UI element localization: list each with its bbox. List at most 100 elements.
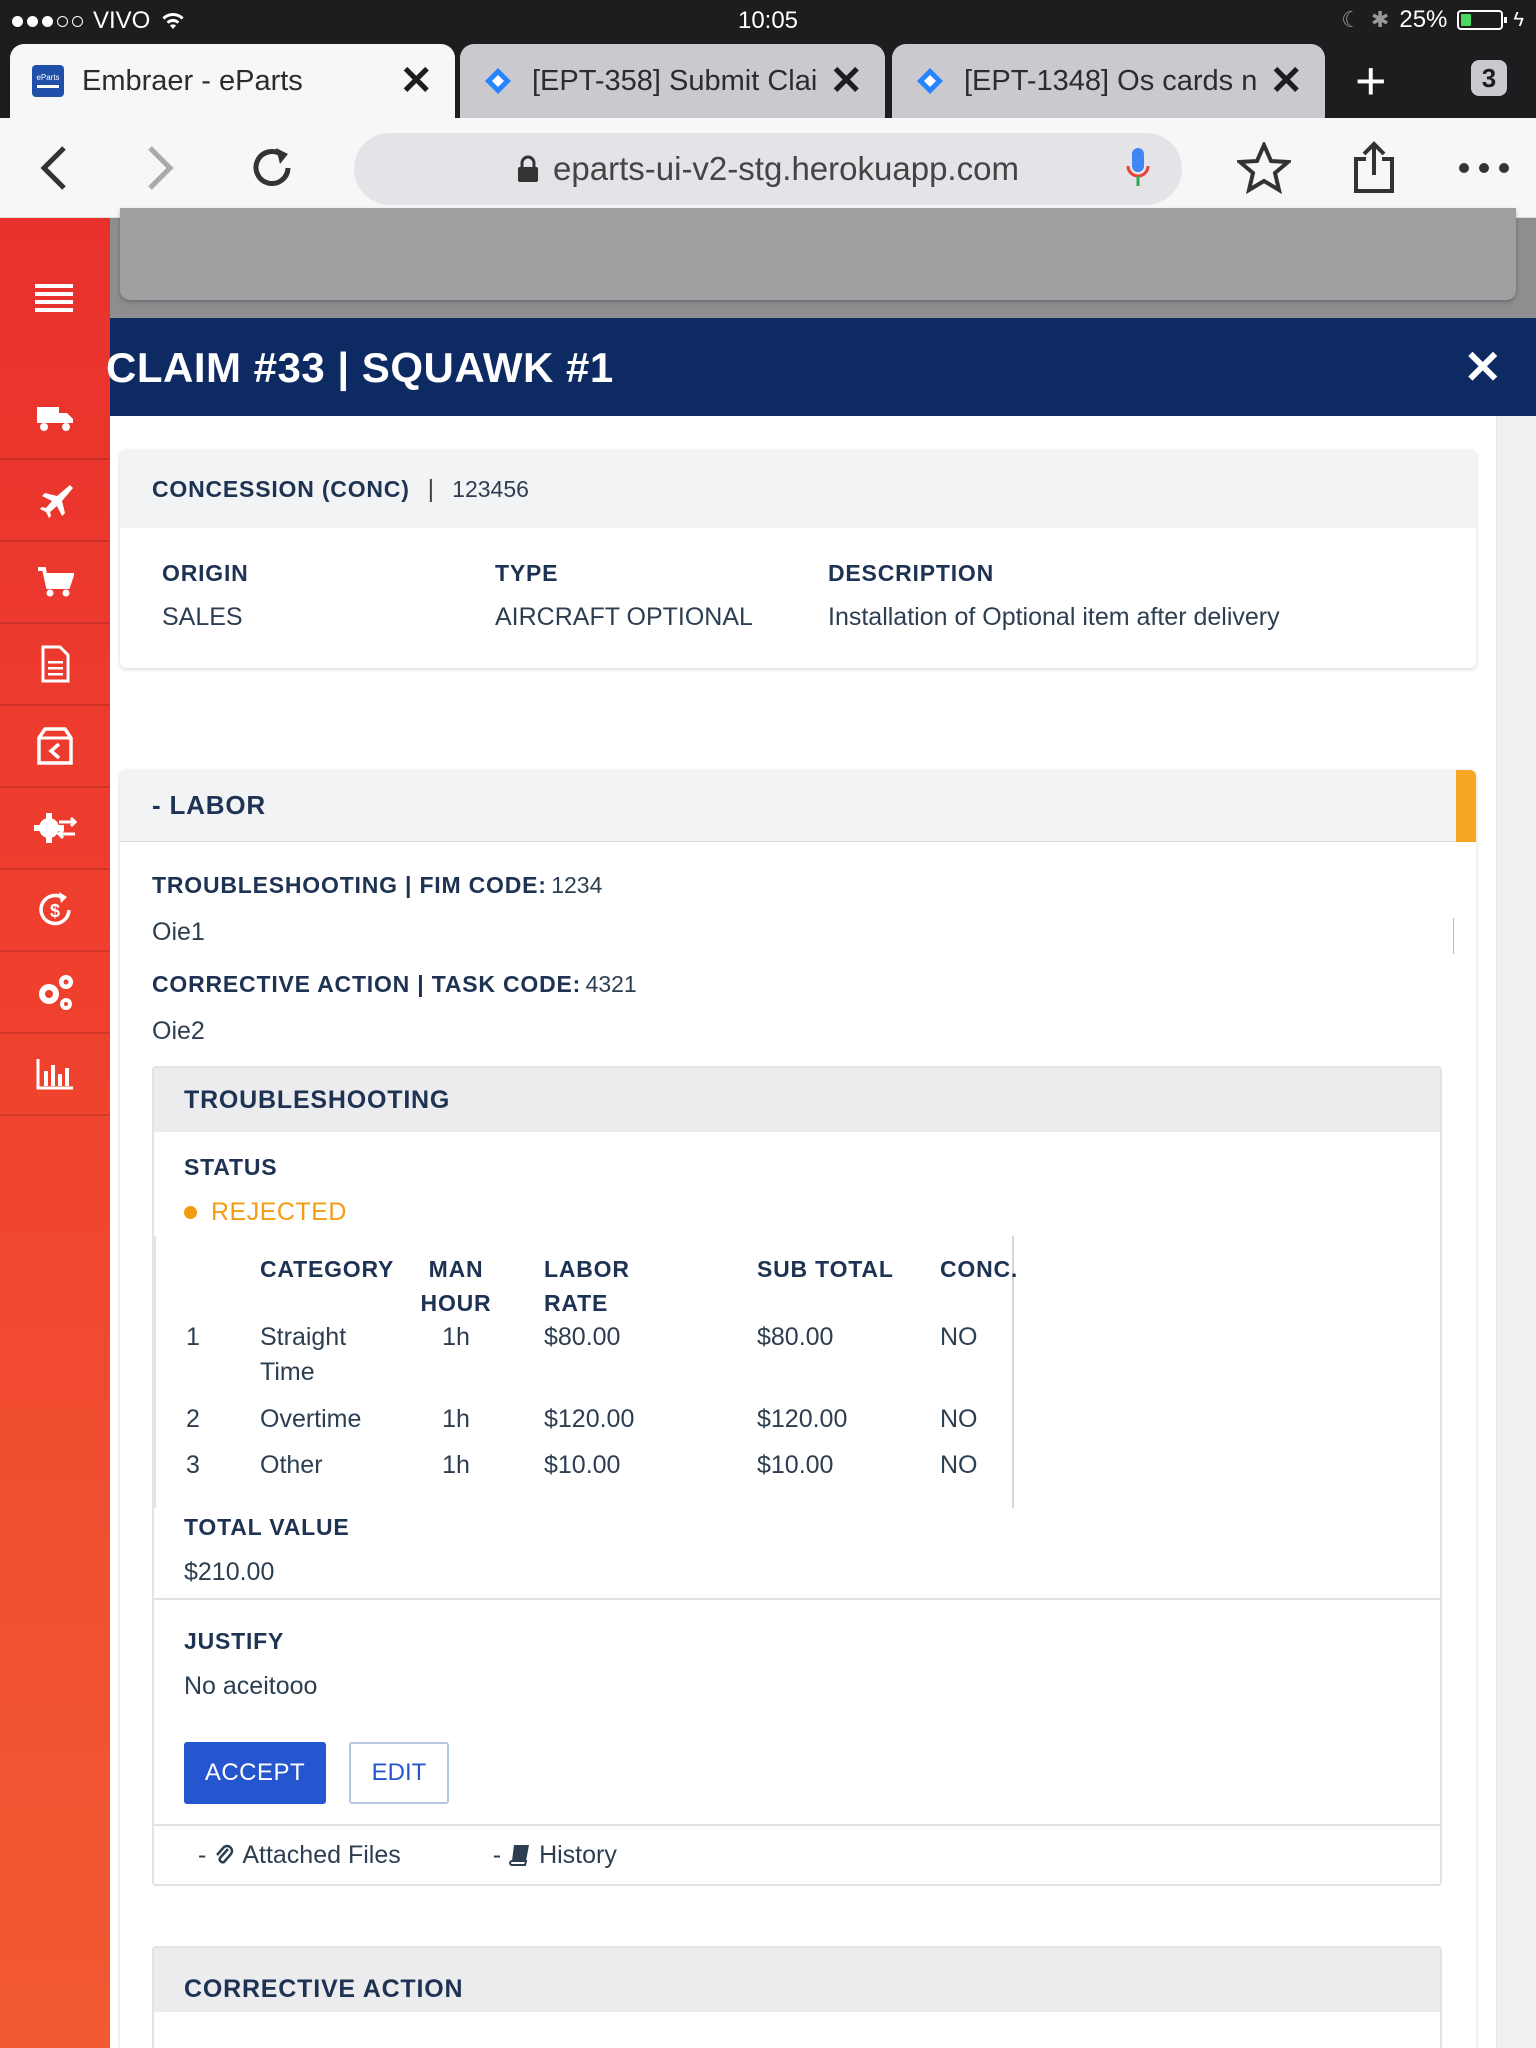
panel-footer: - Attached Files - History (154, 1824, 1440, 1884)
divider (154, 1598, 1440, 1600)
backdrop-card (120, 208, 1516, 300)
sidebar-item-cart[interactable] (0, 542, 110, 624)
sidebar-item-exchange[interactable] (0, 788, 110, 870)
origin-label: ORIGIN (162, 560, 249, 586)
gears-icon (39, 975, 73, 1010)
row-sub-total: $10.00 (757, 1451, 834, 1479)
row-man-hour: 1h (442, 1323, 470, 1351)
tab-ept-358[interactable]: [EPT-358] Submit Claim ✕ (460, 44, 885, 118)
troubleshooting-text: Oie1 (152, 918, 205, 946)
airplane-icon (40, 485, 73, 518)
concession-label: CONCESSION (CONC) (152, 475, 410, 502)
concession-number: 123456 (452, 475, 529, 502)
accept-button[interactable]: ACCEPT (184, 1742, 326, 1804)
corrective-action-title: CORRECTIVE ACTION (184, 1975, 464, 2003)
sidebar: $ (0, 218, 110, 2048)
labor-card: - LABOR TROUBLESHOOTING | FIM CODE: 1234… (120, 770, 1476, 2048)
col-category: CATEGORY (260, 1256, 395, 1282)
origin-value: SALES (162, 603, 243, 631)
row-labor-rate: $80.00 (544, 1323, 621, 1351)
troubleshooting-code-line: TROUBLESHOOTING | FIM CODE: 1234 (152, 872, 602, 899)
history-link[interactable]: - History (493, 1841, 617, 1870)
truck-icon (37, 407, 73, 431)
labor-indicator (1456, 770, 1476, 842)
sidebar-item-reports[interactable] (0, 1034, 110, 1116)
type-value: AIRCRAFT OPTIONAL (495, 603, 753, 631)
modal-header: CLAIM #33 | SQUAWK #1 ✕ (106, 318, 1536, 416)
sidebar-item-logistics[interactable] (0, 378, 110, 460)
type-label: TYPE (495, 560, 559, 586)
dash: - (198, 1840, 207, 1869)
forward-icon[interactable] (130, 138, 190, 198)
row-man-hour: 1h (442, 1451, 470, 1479)
reload-icon[interactable] (242, 138, 302, 198)
sidebar-item-documents[interactable] (0, 624, 110, 706)
row-number: 2 (186, 1405, 200, 1433)
row-number: 3 (186, 1451, 200, 1479)
book-icon (509, 1845, 530, 1866)
new-tab-icon[interactable]: + (1355, 54, 1387, 108)
history-label: History (539, 1840, 617, 1869)
col-labor-rate-line2: RATE (544, 1290, 609, 1316)
bar-chart-icon (36, 1059, 73, 1090)
sidebar-item-settings[interactable] (0, 952, 110, 1034)
tab-title: Embraer - eParts (82, 64, 303, 97)
close-tab-icon[interactable]: ✕ (399, 58, 433, 104)
troubleshooting-title: TROUBLESHOOTING (184, 1085, 451, 1114)
troubleshooting-panel-header: TROUBLESHOOTING (154, 1068, 1440, 1132)
modal-body: CONCESSION (CONC) | 123456 ORIGIN SALES … (110, 416, 1496, 2048)
moon-icon: ☾ (1341, 7, 1361, 32)
attached-files-link[interactable]: - Attached Files (198, 1841, 401, 1870)
more-icon[interactable] (1454, 138, 1514, 198)
close-tab-icon[interactable]: ✕ (1269, 58, 1303, 104)
tab-eparts[interactable]: eParts Embraer - eParts ✕ (10, 44, 455, 118)
scrollbar[interactable] (1496, 416, 1536, 2048)
col-sub-total: SUB TOTAL (757, 1256, 894, 1282)
row-sub-total: $120.00 (757, 1405, 848, 1433)
page-backdrop (110, 208, 1536, 318)
corrective-text: Oie2 (152, 1017, 205, 1045)
task-code: 4321 (585, 971, 637, 997)
svg-text:eParts: eParts (36, 73, 59, 82)
close-tab-icon[interactable]: ✕ (829, 58, 863, 104)
tab-title: [EPT-1348] Os cards na (964, 64, 1258, 97)
description-label: DESCRIPTION (828, 560, 994, 586)
sidebar-item-returns[interactable] (0, 706, 110, 788)
status-right: ☾ ✱ 25% ϟ (1341, 6, 1524, 34)
row-labor-rate: $120.00 (544, 1405, 635, 1433)
back-icon[interactable] (24, 138, 84, 198)
close-icon[interactable]: ✕ (1463, 340, 1502, 394)
troubleshooting-code-label: TROUBLESHOOTING | FIM CODE: (152, 872, 547, 898)
col-conc: CONC. (940, 1256, 1019, 1282)
labor-title: - LABOR (152, 790, 266, 820)
type-field: TYPE AIRCRAFT OPTIONAL (495, 560, 753, 632)
total-value: $210.00 (184, 1558, 275, 1586)
eparts-logo-icon: eParts (32, 65, 64, 97)
origin-field: ORIGIN SALES (162, 560, 249, 632)
menu-icon[interactable] (0, 218, 110, 378)
tab-count[interactable]: 3 (1471, 60, 1507, 96)
edit-button[interactable]: EDIT (349, 1742, 449, 1804)
lock-icon (518, 155, 539, 182)
corrective-action-header: CORRECTIVE ACTION (154, 1948, 1440, 2012)
browser-toolbar: eparts-ui-v2-stg.herokuapp.com (0, 118, 1536, 218)
gear-exchange-icon (34, 813, 77, 843)
sidebar-item-aircraft[interactable] (0, 460, 110, 542)
row-category: Overtime (260, 1405, 362, 1433)
justify-value: No aceitooo (184, 1672, 318, 1700)
row-number: 1 (186, 1323, 200, 1351)
attached-files-label: Attached Files (242, 1840, 401, 1869)
share-icon[interactable] (1344, 138, 1404, 198)
description-value: Installation of Optional item after deli… (828, 603, 1280, 631)
row-category: Other (260, 1451, 323, 1479)
tab-ept-1348[interactable]: [EPT-1348] Os cards na ✕ (892, 44, 1325, 118)
sidebar-item-claims[interactable]: $ (0, 870, 110, 952)
address-bar[interactable]: eparts-ui-v2-stg.herokuapp.com (354, 133, 1182, 205)
svg-text:$: $ (50, 901, 60, 921)
labor-header[interactable]: - LABOR (120, 770, 1476, 842)
document-icon (41, 645, 70, 683)
bookmark-star-icon[interactable] (1234, 138, 1294, 198)
status-value: REJECTED (211, 1198, 347, 1226)
row-category: Straight Time (260, 1320, 346, 1390)
microphone-icon[interactable] (1108, 138, 1168, 198)
